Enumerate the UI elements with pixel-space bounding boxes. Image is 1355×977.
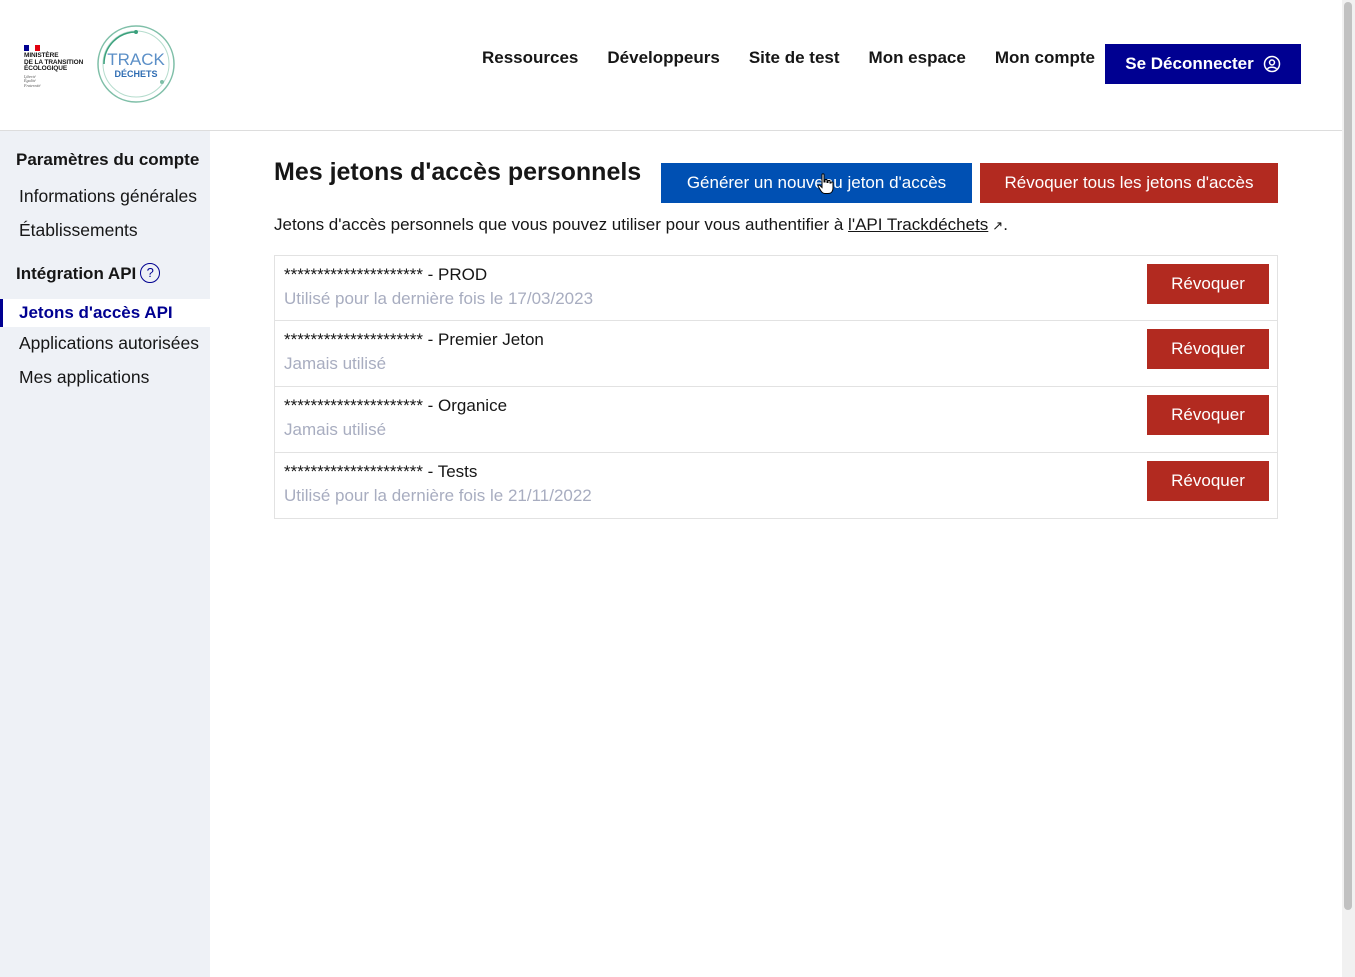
token-row: ********************* - PROD Utilisé pou…	[274, 255, 1278, 321]
token-name: ********************* - Premier Jeton	[284, 330, 544, 349]
revoke-token-button[interactable]: Révoquer	[1147, 264, 1269, 304]
revoke-token-button[interactable]: Révoquer	[1147, 461, 1269, 501]
sidebar-item-mes-applications[interactable]: Mes applications	[19, 367, 149, 388]
token-row: ********************* - Tests Utilisé po…	[274, 453, 1278, 519]
sidebar-item-etablissements[interactable]: Établissements	[19, 220, 138, 241]
token-list: ********************* - PROD Utilisé pou…	[274, 255, 1278, 519]
user-circle-icon	[1263, 55, 1280, 73]
intro-end: .	[1003, 215, 1008, 234]
intro-paragraph: Jetons d'accès personnels que vous pouve…	[274, 215, 1008, 235]
revoke-token-button[interactable]: Révoquer	[1147, 395, 1269, 435]
ministry-line-3: ÉCOLOGIQUE	[24, 65, 68, 72]
nav-mon-espace[interactable]: Mon espace	[869, 48, 966, 68]
sidebar-item-jetons-api-label: Jetons d'accès API	[19, 303, 173, 322]
token-row: ********************* - Organice Jamais …	[274, 387, 1278, 453]
main-nav: Ressources Développeurs Site de test Mon…	[482, 48, 1124, 68]
sidebar-item-applications-autorisees[interactable]: Applications autorisées	[19, 333, 199, 354]
nav-mon-compte[interactable]: Mon compte	[995, 48, 1095, 68]
logout-button[interactable]: Se Déconnecter	[1105, 44, 1301, 84]
token-last-used: Jamais utilisé	[284, 420, 387, 439]
ministry-logo[interactable]: MINISTÈRE DE LA TRANSITION ÉCOLOGIQUE Li…	[24, 45, 84, 87]
help-icon[interactable]: ?	[140, 263, 161, 283]
token-name: ********************* - PROD	[284, 265, 488, 284]
token-last-used: Jamais utilisé	[284, 354, 387, 373]
account-sidebar: Paramètres du compte Informations généra…	[0, 131, 210, 977]
revoke-token-button[interactable]: Révoquer	[1147, 329, 1269, 369]
logo-track-text: TRACK	[107, 50, 165, 69]
nav-ressources[interactable]: Ressources	[482, 48, 578, 68]
hand-pointer-cursor-icon	[817, 173, 834, 194]
nav-developpeurs[interactable]: Développeurs	[607, 48, 719, 68]
sidebar-item-jetons-api[interactable]: Jetons d'accès API	[0, 299, 210, 327]
page-scrollbar[interactable]	[1342, 0, 1355, 977]
external-link-icon: ↗	[992, 218, 1004, 233]
api-trackdechets-link[interactable]: l'API Trackdéchets	[848, 215, 988, 234]
token-last-used: Utilisé pour la dernière fois le 21/11/2…	[284, 486, 592, 505]
trackdechets-logo[interactable]: TRACK DÉCHETS	[96, 24, 176, 104]
nav-site-de-test[interactable]: Site de test	[749, 48, 840, 68]
site-header: MINISTÈRE DE LA TRANSITION ÉCOLOGIQUE Li…	[0, 0, 1342, 131]
revoke-all-tokens-button[interactable]: Révoquer tous les jetons d'accès	[980, 163, 1278, 203]
token-name: ********************* - Organice	[284, 396, 508, 415]
intro-text: Jetons d'accès personnels que vous pouve…	[274, 215, 849, 234]
api-link-label: l'API Trackdéchets	[848, 215, 989, 234]
motto-line-3: Fraternité	[24, 82, 41, 88]
token-name: ********************* - Tests	[284, 462, 478, 481]
sidebar-section-account-title: Paramètres du compte	[16, 150, 200, 169]
french-flag-icon	[24, 45, 40, 51]
sidebar-section-api-label: Intégration API	[16, 264, 137, 283]
page-title: Mes jetons d'accès personnels	[274, 158, 642, 186]
logout-label: Se Déconnecter	[1125, 54, 1254, 73]
republic-motto: Liberté Égalité Fraternité	[24, 74, 84, 89]
token-row: ********************* - Premier Jeton Ja…	[274, 321, 1278, 387]
scrollbar-thumb[interactable]	[1344, 2, 1352, 910]
sidebar-section-api-title: Intégration API?	[16, 263, 161, 284]
token-last-used: Utilisé pour la dernière fois le 17/03/2…	[284, 289, 594, 308]
sidebar-item-informations-generales[interactable]: Informations générales	[19, 186, 197, 207]
ministry-name: MINISTÈRE DE LA TRANSITION ÉCOLOGIQUE	[24, 52, 84, 73]
logo-dechets-text: DÉCHETS	[114, 69, 157, 79]
